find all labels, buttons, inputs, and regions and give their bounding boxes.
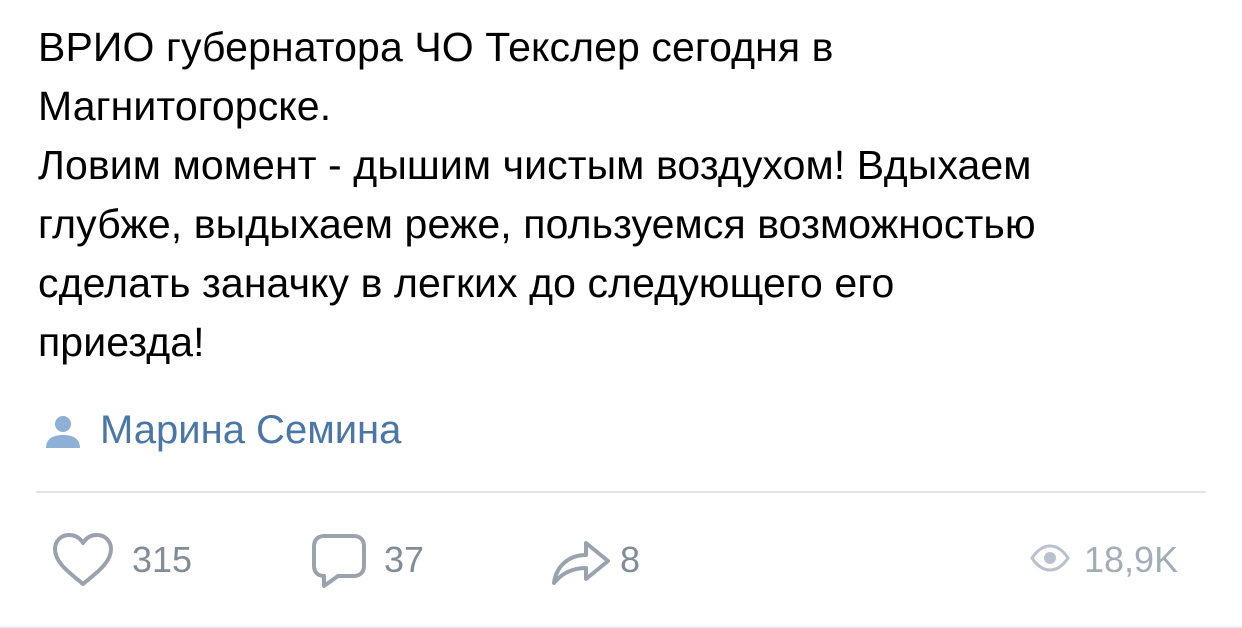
share-icon bbox=[548, 531, 614, 589]
user-icon bbox=[44, 414, 82, 450]
heart-icon bbox=[50, 531, 116, 589]
share-count: 8 bbox=[620, 539, 641, 580]
views-counter: 18,9K bbox=[1030, 530, 1178, 590]
author-link[interactable]: Марина Семина bbox=[44, 400, 401, 460]
author-name: Марина Семина bbox=[100, 407, 402, 452]
like-button[interactable]: 315 bbox=[50, 530, 192, 590]
like-count: 315 bbox=[132, 539, 193, 580]
comment-icon bbox=[308, 530, 368, 590]
post-actions: 315 37 8 18,9K bbox=[0, 530, 1242, 590]
wall-post: ВРИО губернатора ЧО Текслер сегодня в Ма… bbox=[0, 0, 1242, 628]
views-count: 18,9K bbox=[1084, 539, 1179, 580]
eye-icon bbox=[1030, 543, 1070, 577]
share-button[interactable]: 8 bbox=[548, 530, 640, 590]
comment-count: 37 bbox=[384, 539, 425, 580]
comment-button[interactable]: 37 bbox=[308, 530, 424, 590]
divider bbox=[36, 491, 1206, 493]
post-text: ВРИО губернатора ЧО Текслер сегодня в Ма… bbox=[38, 24, 1036, 365]
